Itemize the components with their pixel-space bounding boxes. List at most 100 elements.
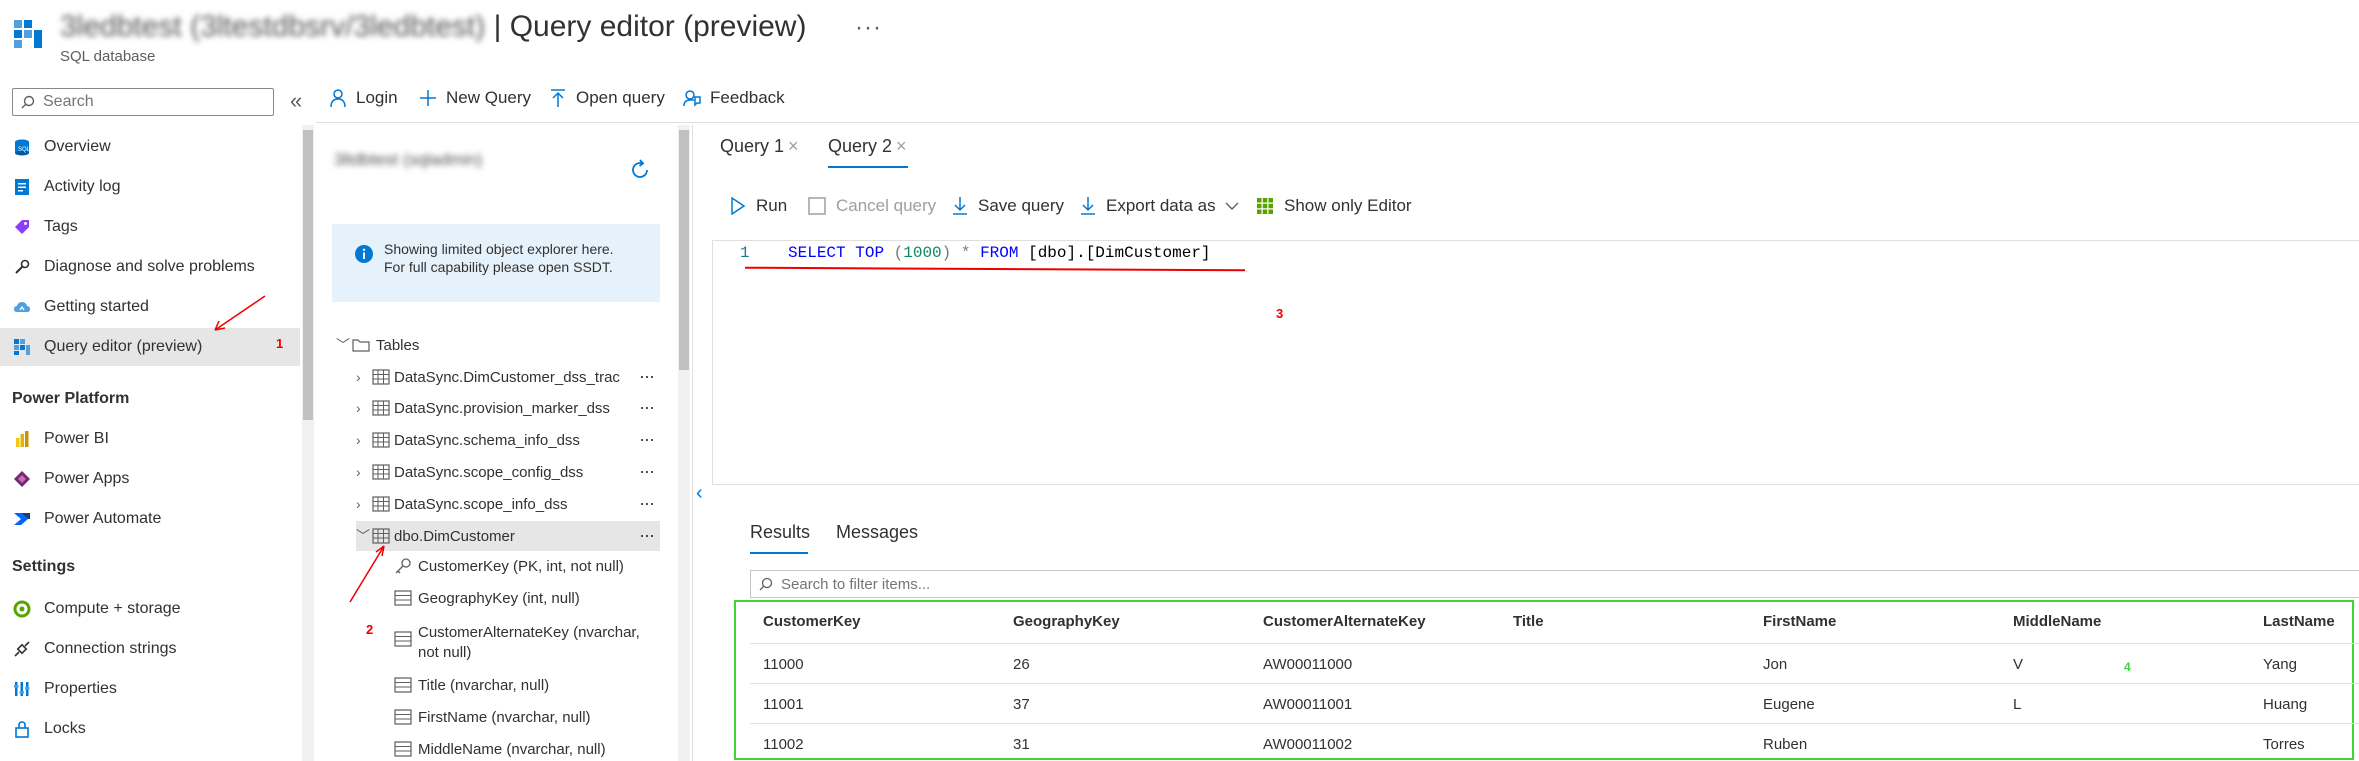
column-header-customerkey[interactable]: CustomerKey [763, 613, 861, 630]
open-query-button[interactable]: Open query [548, 88, 665, 108]
tree-node-table[interactable]: › DataSync.scope_info_dss ··· [356, 489, 660, 519]
column-header-firstname[interactable]: FirstName [1763, 613, 1836, 630]
activity-log-icon [12, 177, 32, 197]
sidebar-item-connection-strings[interactable]: Connection strings [0, 630, 300, 668]
tree-node-table[interactable]: › DataSync.scope_config_dss ··· [356, 457, 660, 487]
active-results-tab-indicator [750, 552, 808, 554]
new-query-button[interactable]: New Query [418, 88, 531, 108]
cell: Jon [1763, 656, 1788, 673]
cell: Ruben [1763, 736, 1808, 753]
play-icon [731, 197, 746, 215]
upload-icon [551, 89, 565, 107]
results-filter-input[interactable] [779, 574, 1183, 594]
show-only-editor-button[interactable]: Show only Editor [1256, 196, 1412, 216]
tree-node-table-selected[interactable]: ﹀ dbo.DimCustomer ··· [356, 521, 660, 551]
login-button[interactable]: Login [328, 88, 398, 108]
more-options-icon[interactable]: ··· [639, 489, 655, 517]
annotation-arrow-2 [349, 545, 385, 603]
explorer-database-name: 3ltdbtest (sqladmin) [334, 150, 483, 169]
download-icon [1081, 197, 1095, 215]
folder-icon [352, 338, 370, 352]
collapse-sidebar-icon[interactable]: « [290, 88, 302, 114]
column-header-title[interactable]: Title [1513, 613, 1544, 630]
sidebar-item-power-bi[interactable]: Power BI [0, 420, 300, 458]
properties-icon [12, 679, 32, 699]
tree-node-table[interactable]: › DataSync.schema_info_dss ··· [356, 425, 660, 455]
results-filter-box[interactable] [750, 570, 2359, 598]
expand-explorer-icon[interactable]: ‹ [696, 482, 703, 505]
sidebar-item-power-automate[interactable]: Power Automate [0, 500, 300, 538]
sidebar-item-activity-log[interactable]: Activity log [0, 168, 300, 206]
sidebar-scrollbar[interactable] [302, 125, 314, 761]
tab-results[interactable]: Results [750, 522, 810, 543]
sidebar-item-tags[interactable]: Tags [0, 208, 300, 246]
search-box[interactable] [12, 88, 274, 116]
cell: Yang [2263, 656, 2297, 673]
chevron-right-icon: › [356, 464, 361, 480]
tree-node-column[interactable]: CustomerAlternateKey (nvarchar, not null) [394, 623, 640, 663]
more-options-icon[interactable]: ··· [639, 457, 655, 485]
chevron-right-icon: › [356, 496, 361, 512]
info-banner: Showing limited object explorer here. Fo… [332, 224, 660, 302]
close-icon[interactable]: × [788, 136, 799, 156]
cancel-query-button[interactable]: Cancel query [808, 196, 936, 216]
column-header-lastname[interactable]: LastName [2263, 613, 2335, 630]
column-icon [394, 590, 412, 606]
query-code-line[interactable]: 1 SELECT TOP (1000) * FROM [dbo].[DimCus… [740, 244, 1211, 262]
column-icon [394, 709, 412, 725]
cell: Huang [2263, 696, 2308, 713]
export-data-button[interactable]: Export data as [1080, 196, 1240, 216]
sidebar-item-overview[interactable]: SQL Overview [0, 128, 300, 166]
save-query-button[interactable]: Save query [952, 196, 1064, 216]
explorer-scrollbar[interactable] [678, 125, 690, 761]
annotation-label-4: 4 [2124, 660, 2131, 674]
more-options-icon[interactable]: ··· [639, 393, 655, 421]
download-icon [953, 197, 967, 215]
column-header-customeralternatekey[interactable]: CustomerAlternateKey [1263, 613, 1426, 630]
page-subtitle: SQL database [60, 48, 156, 65]
tree-node-column[interactable]: GeographyKey (int, null) [394, 590, 580, 607]
tree-node-column[interactable]: MiddleName (nvarchar, null) [394, 741, 606, 758]
tag-icon [12, 217, 32, 237]
column-header-middlename[interactable]: MiddleName [2013, 613, 2101, 630]
tab-query-1[interactable]: Query 1 × [720, 136, 799, 157]
sidebar-item-power-apps[interactable]: Power Apps [0, 460, 300, 498]
tree-node-table[interactable]: › DataSync.provision_marker_dss ··· [356, 393, 660, 423]
run-button[interactable]: Run [730, 196, 787, 216]
power-bi-icon [12, 429, 32, 449]
column-header-geographykey[interactable]: GeographyKey [1013, 613, 1120, 630]
tree-node-tables[interactable]: ﹀ Tables [336, 330, 656, 360]
plug-icon [12, 639, 32, 659]
sidebar-item-compute-storage[interactable]: Compute + storage [0, 590, 300, 628]
sidebar-item-properties[interactable]: Properties [0, 670, 300, 708]
sidebar-item-locks[interactable]: Locks [0, 710, 300, 748]
search-input[interactable] [41, 92, 265, 112]
tree-node-column[interactable]: CustomerKey (PK, int, not null) [394, 558, 624, 575]
more-options-icon[interactable]: ··· [639, 425, 655, 453]
feedback-button[interactable]: Feedback [682, 88, 785, 108]
column-icon [394, 677, 412, 693]
svg-text:SQL: SQL [18, 147, 31, 153]
explorer-scrollbar-thumb[interactable] [679, 130, 689, 370]
compute-icon [12, 599, 32, 619]
tab-query-2[interactable]: Query 2 × [828, 136, 907, 157]
tree-node-column[interactable]: FirstName (nvarchar, null) [394, 709, 591, 726]
table-icon [372, 400, 390, 416]
query-editor[interactable] [712, 240, 2359, 485]
more-options-icon[interactable]: ··· [639, 362, 655, 390]
refresh-icon[interactable] [628, 158, 652, 182]
tab-messages[interactable]: Messages [836, 522, 918, 543]
info-icon [354, 244, 374, 264]
sidebar-item-diagnose[interactable]: Diagnose and solve problems [0, 248, 300, 286]
tree-node-column[interactable]: Title (nvarchar, null) [394, 677, 549, 694]
feedback-icon [683, 90, 701, 107]
app-logo-icon [12, 18, 46, 52]
sidebar-scrollbar-thumb[interactable] [303, 130, 313, 420]
cell: AW00011000 [1263, 656, 1353, 673]
close-icon[interactable]: × [896, 136, 907, 156]
tree-node-table[interactable]: › DataSync.DimCustomer_dss_trac ··· [356, 362, 660, 392]
more-options-button[interactable]: ··· [855, 14, 882, 42]
grid-icon [1257, 198, 1273, 214]
more-options-icon[interactable]: ··· [639, 521, 655, 549]
cell: V [2013, 656, 2024, 673]
